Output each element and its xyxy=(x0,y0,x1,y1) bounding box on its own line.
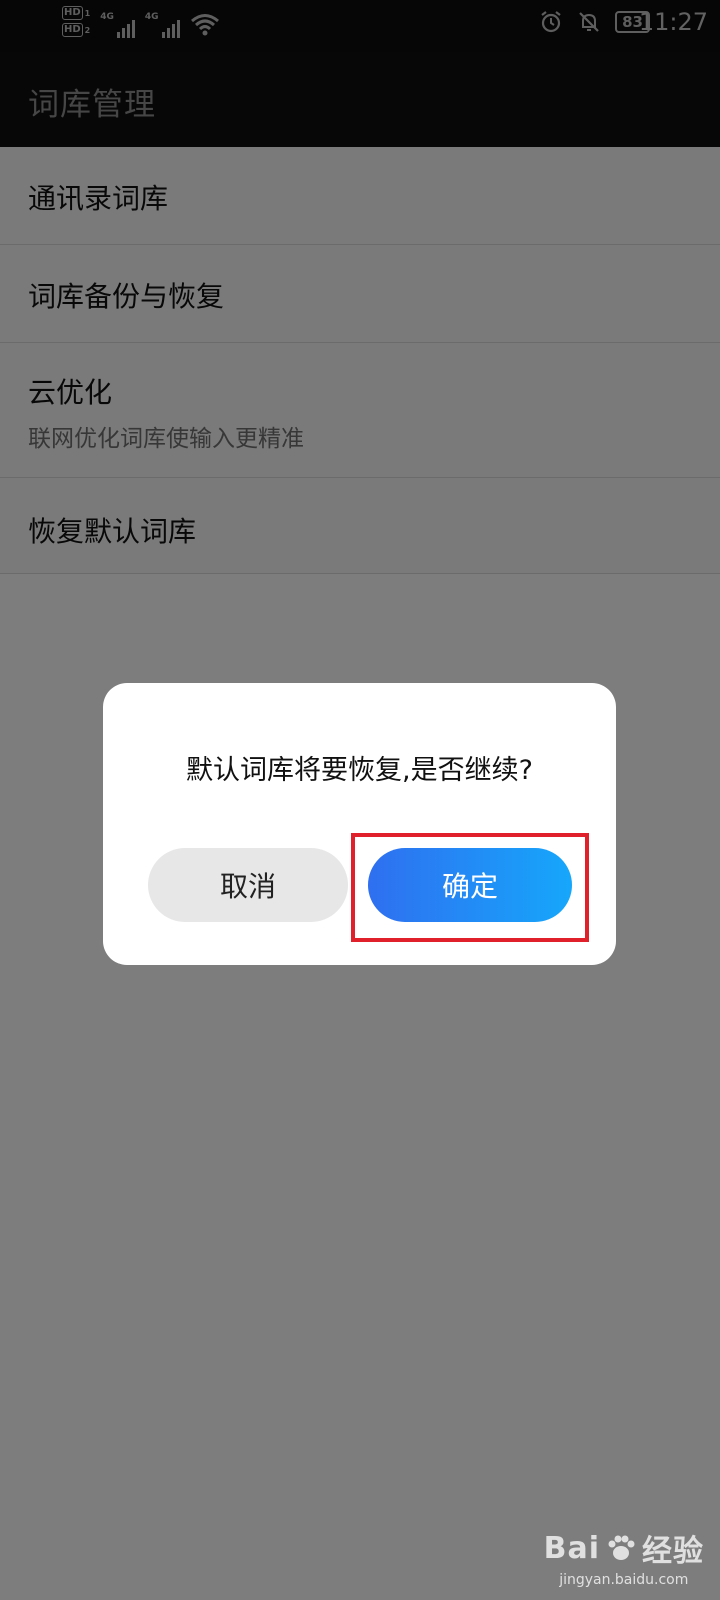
watermark-url: jingyan.baidu.com xyxy=(559,1572,689,1588)
highlight-annotation xyxy=(351,833,589,942)
dialog-message: 默认词库将要恢复,是否继续? xyxy=(186,755,533,786)
cancel-button[interactable]: 取消 xyxy=(148,848,348,922)
watermark: Bai 经验 jingyan.baidu.com xyxy=(544,1526,704,1589)
watermark-logo: Bai 经验 xyxy=(544,1526,704,1570)
watermark-suffix: 经验 xyxy=(642,1534,704,1569)
paw-icon xyxy=(608,1535,635,1560)
watermark-text: Bai xyxy=(543,1530,600,1566)
